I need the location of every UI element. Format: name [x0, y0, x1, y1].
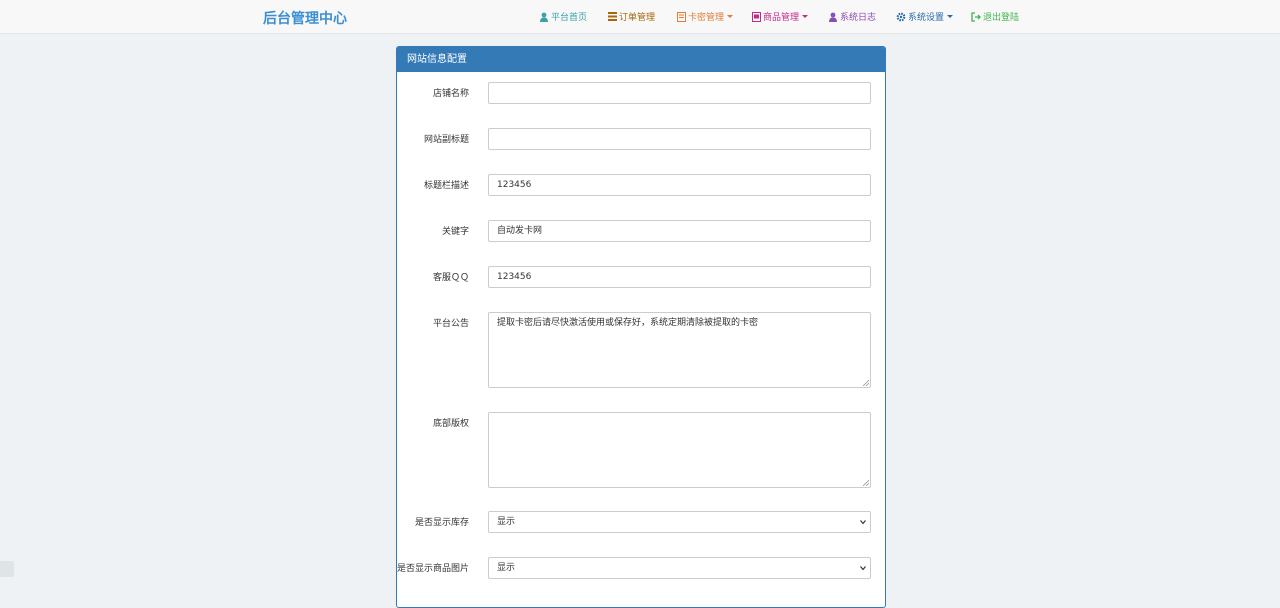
qq-label: 客服ＱＱ [432, 273, 469, 283]
user-icon [540, 12, 548, 22]
nav-products-label: 商品管理 [763, 13, 800, 23]
top-navbar: 后台管理中心 平台首页 订单管理 卡密管理 商品管理 系统日志 系统设置 退出登… [0, 0, 1280, 34]
subtitle-label: 网站副标题 [423, 135, 469, 145]
site-config-panel: 网站信息配置 店铺名称 网站副标题 标题栏描述 123456 关键字 自动发卡网… [396, 46, 886, 608]
show-stock-select[interactable]: 显示 [488, 511, 871, 533]
notice-text: 提取卡密后请尽快激活使用或保存好，系统定期清除被提取的卡密 [497, 318, 759, 328]
keywords-label: 关键字 [441, 227, 469, 237]
nav-products[interactable]: 商品管理 [752, 10, 809, 23]
title-desc-label: 标题栏描述 [423, 181, 469, 191]
chevron-down-icon [727, 15, 734, 18]
nav-logs-label: 系统日志 [840, 13, 877, 23]
nav-cards-label: 卡密管理 [688, 13, 725, 23]
nav-home[interactable]: 平台首页 [539, 10, 587, 23]
nav-logout[interactable]: 退出登陆 [971, 10, 1019, 23]
chevron-down-icon [802, 15, 809, 18]
show-image-select[interactable]: 显示 [488, 557, 871, 579]
panel-title: 网站信息配置 [397, 47, 885, 72]
chevron-down-icon [860, 520, 866, 525]
show-image-value: 显示 [497, 563, 516, 573]
logout-icon [971, 11, 981, 22]
nav-orders[interactable]: 订单管理 [608, 10, 655, 23]
nav-home-label: 平台首页 [551, 13, 588, 23]
notice-label: 平台公告 [432, 319, 469, 329]
notice-textarea[interactable]: 提取卡密后请尽快激活使用或保存好，系统定期清除被提取的卡密 [488, 312, 871, 388]
nav-settings-label: 系统设置 [908, 13, 945, 23]
nav-logs[interactable]: 系统日志 [828, 10, 876, 23]
copyright-textarea[interactable] [488, 412, 871, 488]
resize-handle-icon[interactable] [863, 480, 869, 486]
subtitle-input[interactable] [488, 128, 871, 150]
show-stock-label: 是否显示库存 [414, 518, 469, 528]
list-icon [608, 12, 617, 21]
nav-orders-label: 订单管理 [619, 13, 656, 23]
title-desc-input[interactable]: 123456 [488, 174, 871, 196]
show-stock-value: 显示 [497, 517, 516, 527]
shop-name-label: 店铺名称 [432, 89, 469, 99]
user-icon [829, 12, 837, 22]
resize-handle-icon[interactable] [863, 380, 869, 386]
qq-input[interactable]: 123456 [488, 266, 871, 288]
nav-logout-label: 退出登陆 [983, 13, 1020, 23]
shop-name-input[interactable] [488, 82, 871, 104]
copyright-label: 底部版权 [432, 419, 469, 429]
corner-widget[interactable] [0, 561, 14, 577]
product-icon [752, 11, 761, 22]
card-icon [677, 11, 686, 22]
nav-cards[interactable]: 卡密管理 [677, 10, 734, 23]
keywords-input[interactable]: 自动发卡网 [488, 220, 871, 242]
gear-icon [896, 12, 906, 21]
show-image-label: 是否显示商品图片 [397, 564, 470, 574]
chevron-down-icon [860, 566, 866, 571]
brand-title[interactable]: 后台管理中心 [263, 8, 347, 28]
chevron-down-icon [947, 15, 954, 18]
nav-settings[interactable]: 系统设置 [896, 10, 954, 23]
